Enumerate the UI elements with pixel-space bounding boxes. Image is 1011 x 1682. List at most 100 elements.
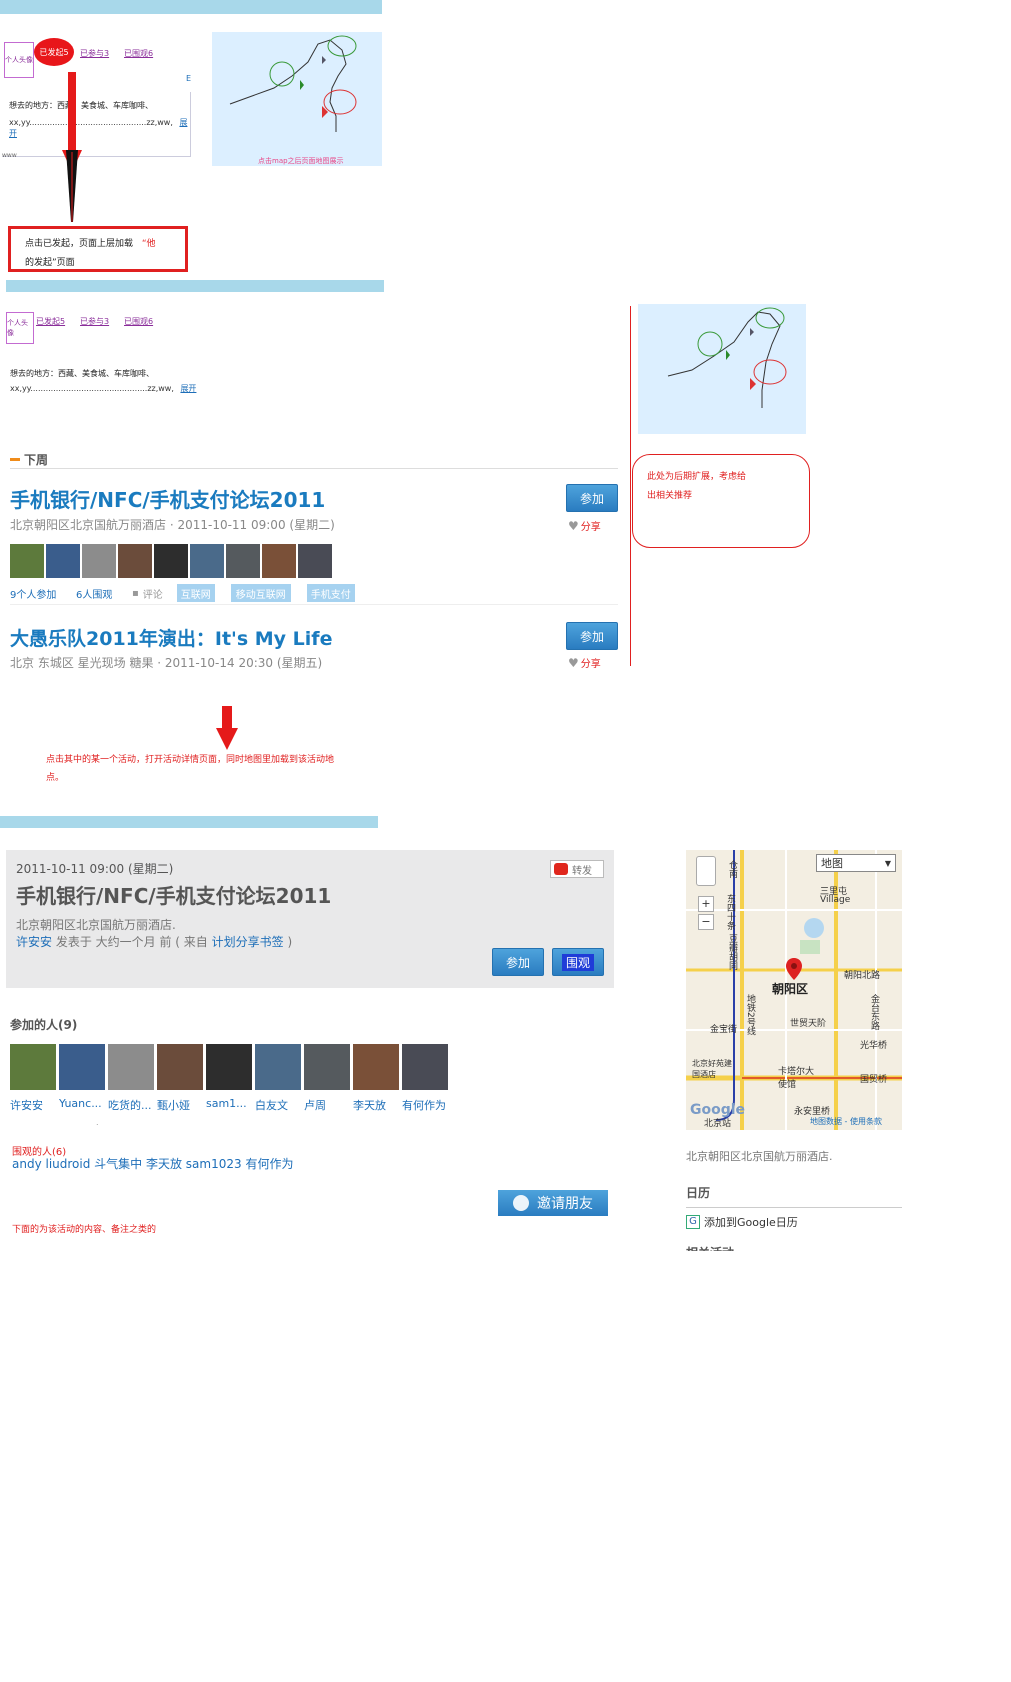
- map-label-kempinski: 卡塔尔大使馆: [778, 1067, 815, 1090]
- zoom-in-label: +: [701, 897, 711, 910]
- participant-name[interactable]: Yuanc...: [59, 1097, 108, 1113]
- photo-7[interactable]: [304, 1044, 350, 1090]
- thumb-2[interactable]: [46, 544, 80, 578]
- section-header: 下周: [10, 450, 618, 469]
- participant-name[interactable]: 甄小娅: [157, 1097, 206, 1113]
- map-label-subway2: 地铁2号线: [745, 994, 755, 1036]
- thumb-5[interactable]: [154, 544, 188, 578]
- join-button-1[interactable]: 参加: [566, 484, 618, 512]
- invite-button[interactable]: 邀请朋友: [498, 1190, 608, 1216]
- photo-4[interactable]: [157, 1044, 203, 1090]
- arrow-down-icon-2: [216, 706, 238, 750]
- google-calendar-link[interactable]: G 添加到Google日历: [686, 1214, 798, 1230]
- map-type-select[interactable]: 地图 ▼: [816, 854, 896, 872]
- zoom-out-label: −: [701, 915, 711, 928]
- source-link[interactable]: 计划分享书签: [212, 935, 284, 949]
- photo-9[interactable]: [402, 1044, 448, 1090]
- photo-1[interactable]: [10, 1044, 56, 1090]
- annot2-line1: 点击其中的某一个活动，打开活动详情页面，同时地图里加载到该活动地: [46, 755, 335, 765]
- event-title-2[interactable]: 大愚乐队2011年演出：It's My Life: [10, 624, 332, 651]
- avatar-label-2: 个人头像: [7, 319, 28, 337]
- forward-button[interactable]: 转发: [550, 860, 604, 878]
- second-header-bar: [6, 280, 384, 292]
- annot2-line2: 点。: [46, 773, 65, 783]
- map-label-shimao: 世贸天阶: [790, 1019, 827, 1029]
- participant-name[interactable]: 白友文: [255, 1097, 304, 1113]
- photo-3[interactable]: [108, 1044, 154, 1090]
- comment-link[interactable]: 评论: [143, 586, 163, 601]
- avatar-2[interactable]: 个人头像: [6, 312, 34, 344]
- detail-time: 2011-10-11 09:00 (星期二): [16, 862, 174, 876]
- participant-name[interactable]: 有何作为: [402, 1097, 462, 1113]
- thumb-7[interactable]: [226, 544, 260, 578]
- posted-text: 发表于 大约一个月 前 ( 来自: [55, 935, 208, 949]
- wish-line-2a: 想去的地方：西藏、美食城、车库咖啡、: [10, 369, 154, 378]
- right-note-1: 此处为后期扩展，考虑给: [647, 472, 747, 482]
- map-label-ditan: 豆瓣胡同: [727, 934, 737, 970]
- google-map[interactable]: 地图 ▼ + − 仓南 东四十条 豆瓣胡同 三里屯 Village 朝阳区 朝阳…: [686, 850, 902, 1130]
- side-mark: E: [186, 74, 192, 83]
- tag-2[interactable]: 手机支付: [306, 584, 355, 602]
- note-box: 此处为后期扩展，考虑给 出相关推荐: [632, 454, 810, 548]
- thumb-4[interactable]: [118, 544, 152, 578]
- participant-name[interactable]: 卢周: [304, 1097, 353, 1113]
- watch-count[interactable]: 6人围观: [76, 586, 132, 601]
- thumb-9[interactable]: [298, 544, 332, 578]
- top-map[interactable]: 点击map之后页面地图展示: [212, 32, 382, 166]
- share-button-1[interactable]: ♥ 分享: [568, 518, 601, 534]
- join-button-2[interactable]: 参加: [566, 622, 618, 650]
- thumb-6[interactable]: [190, 544, 224, 578]
- zoom-out-button[interactable]: −: [698, 914, 714, 930]
- joined-link-2[interactable]: 已参与3: [80, 316, 109, 327]
- detail-join-label: 参加: [505, 955, 530, 970]
- right-note-2: 出相关推荐: [647, 491, 693, 501]
- detail-join-button[interactable]: 参加: [492, 948, 544, 976]
- author-link[interactable]: 许安安: [16, 935, 52, 949]
- detail-header-bar: [0, 816, 378, 828]
- heart-icon: ♥: [568, 518, 579, 533]
- photo-5[interactable]: [206, 1044, 252, 1090]
- thumb-1[interactable]: [10, 544, 44, 578]
- participant-name[interactable]: 李天放: [353, 1097, 402, 1113]
- map-label-guanghua: 光华桥: [860, 1041, 888, 1051]
- participant-photos: [10, 1044, 448, 1090]
- pegman-icon[interactable]: [696, 856, 716, 886]
- share-button-2[interactable]: ♥ 分享: [568, 655, 601, 671]
- participant-name[interactable]: 许安安: [10, 1097, 59, 1113]
- map-label-chaoyang: 朝阳区: [772, 982, 809, 996]
- map-terms-link[interactable]: 地图数据 - 使用条款: [810, 1116, 882, 1127]
- map-pin-icon[interactable]: [786, 958, 802, 980]
- tag-1[interactable]: 移动互联网: [230, 584, 291, 602]
- right-map[interactable]: [638, 304, 806, 434]
- photo-8[interactable]: [353, 1044, 399, 1090]
- map-type-label: 地图: [821, 857, 843, 870]
- event-title-1[interactable]: 手机银行/NFC/手机支付论坛2011: [10, 484, 325, 513]
- share-label-1: 分享: [580, 522, 601, 533]
- photo-2[interactable]: [59, 1044, 105, 1090]
- map-label-gongti: 仓南: [727, 860, 737, 878]
- thumb-3[interactable]: [82, 544, 116, 578]
- watched-link-2[interactable]: 已围观6: [124, 316, 153, 327]
- launched-badge[interactable]: 已发起5: [34, 38, 74, 66]
- watchers-list[interactable]: andy liudroid 斗气集中 李天放 sam1023 有何作为: [12, 1155, 293, 1172]
- map-label-beijingyuan: 北京好苑建国酒店: [692, 1059, 732, 1079]
- heart-icon-2: ♥: [568, 655, 579, 670]
- close-paren: ): [287, 935, 293, 949]
- joined-count[interactable]: 9个人参加: [10, 586, 76, 601]
- avatar[interactable]: 个人头像: [4, 42, 34, 78]
- map-label-dongsi: 东四十条: [725, 894, 735, 930]
- comment-icon: ▪: [132, 587, 139, 599]
- zoom-in-button[interactable]: +: [698, 896, 714, 912]
- photo-6[interactable]: [255, 1044, 301, 1090]
- detail-watch-label: 围观: [561, 953, 594, 971]
- watched-link[interactable]: 已围观6: [124, 48, 153, 59]
- tag-0[interactable]: 互联网: [176, 584, 215, 602]
- expand-link-2[interactable]: 展开: [180, 384, 196, 393]
- weibo-icon: [554, 863, 568, 875]
- thumb-8[interactable]: [262, 544, 296, 578]
- participant-name[interactable]: 吃货的...: [108, 1097, 157, 1113]
- joined-link[interactable]: 已参与3: [80, 48, 109, 59]
- launched-link[interactable]: 已发起5: [36, 316, 65, 327]
- participant-name[interactable]: sam1...: [206, 1097, 255, 1113]
- detail-watch-button[interactable]: 围观: [552, 948, 604, 976]
